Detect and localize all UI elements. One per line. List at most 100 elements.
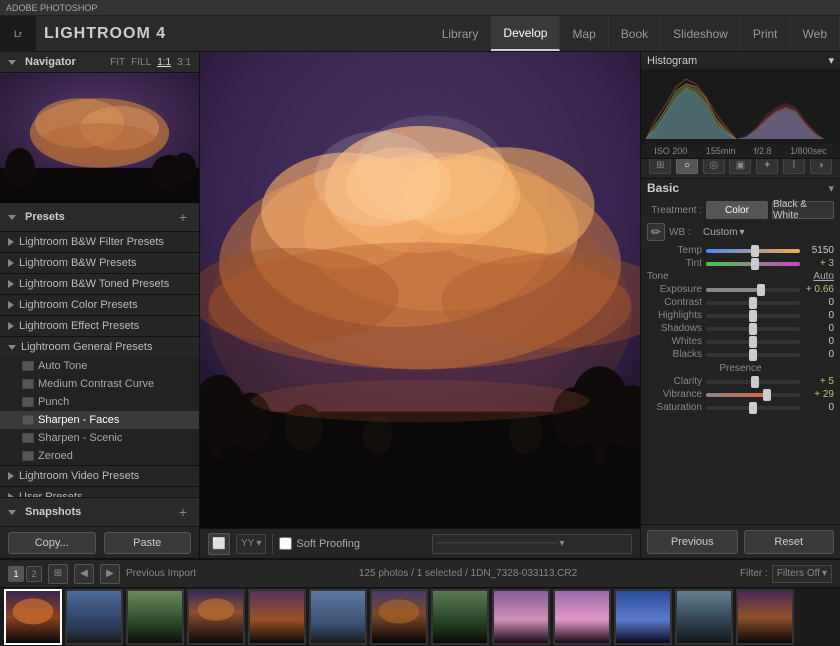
reset-btn[interactable]: Reset [744, 530, 835, 554]
preset-group-bw-toned-header[interactable]: Lightroom B&W Toned Presets [0, 274, 199, 294]
highlights-thumb[interactable] [749, 310, 757, 322]
film-thumb-11[interactable] [614, 589, 672, 645]
snapshots-add-btn[interactable]: + [175, 502, 191, 522]
nav-print[interactable]: Print [741, 16, 791, 51]
previous-btn[interactable]: Previous [647, 530, 738, 554]
clarity-slider[interactable] [706, 380, 800, 384]
blacks-thumb[interactable] [749, 349, 757, 361]
paste-btn[interactable]: Paste [104, 532, 192, 554]
blacks-value: 0 [804, 349, 834, 360]
film-thumb-8[interactable] [431, 589, 489, 645]
film-thumb-6[interactable] [309, 589, 367, 645]
snapshots-title: Snapshots [8, 506, 81, 518]
histogram-header[interactable]: Histogram ▾ [641, 52, 840, 69]
navigator-collapse-icon [8, 60, 16, 65]
filmstrip-grid-btn[interactable]: ⊞ [48, 564, 68, 584]
filmstrip-prev-btn[interactable]: ◀ [74, 564, 94, 584]
filmstrip-filter: Filter : Filters Off ▾ [740, 565, 832, 583]
film-thumb-1[interactable] [4, 589, 62, 645]
preset-sharpen-scenic[interactable]: Sharpen - Scenic [0, 429, 199, 447]
preset-group-bw-filter-header[interactable]: Lightroom B&W Filter Presets [0, 232, 199, 252]
ps-title-bar: ADOBE PHOTOSHOP [0, 0, 840, 16]
exposure-slider[interactable] [706, 288, 800, 292]
film-thumb-4[interactable] [187, 589, 245, 645]
contrast-label: Contrast [647, 297, 702, 308]
preset-group-effect-header[interactable]: Lightroom Effect Presets [0, 316, 199, 336]
preset-med-contrast[interactable]: Medium Contrast Curve [0, 375, 199, 393]
exif-bar: ISO 200 155min f/2.8 1/800sec [641, 144, 840, 159]
temp-slider[interactable] [706, 249, 800, 253]
blacks-slider[interactable] [706, 353, 800, 357]
nav-book[interactable]: Book [609, 16, 661, 51]
nav-slideshow[interactable]: Slideshow [661, 16, 741, 51]
photo-viewport [200, 52, 640, 528]
vibrance-slider[interactable] [706, 393, 800, 397]
tint-slider[interactable] [706, 262, 800, 266]
filter-dropdown[interactable]: Filters Off ▾ [772, 565, 832, 583]
film-thumb-9[interactable] [492, 589, 550, 645]
film-thumb-7[interactable] [370, 589, 428, 645]
preset-auto-tone[interactable]: Auto Tone [0, 357, 199, 375]
shadows-slider[interactable] [706, 327, 800, 331]
nav-fit-btn[interactable]: FIT [110, 57, 125, 68]
preset-group-video-header[interactable]: Lightroom Video Presets [0, 466, 199, 486]
copy-btn[interactable]: Copy... [8, 532, 96, 554]
tone-label: Tone [647, 271, 669, 282]
film-thumb-13[interactable] [736, 589, 794, 645]
filmstrip-next-btn[interactable]: ▶ [100, 564, 120, 584]
page-2-indicator[interactable]: 2 [26, 566, 42, 582]
snapshots-header[interactable]: Snapshots + [0, 497, 199, 526]
preset-punch[interactable]: Punch [0, 393, 199, 411]
page-1-indicator[interactable]: 1 [8, 566, 24, 582]
contrast-thumb[interactable] [749, 297, 757, 309]
film-thumb-5[interactable] [248, 589, 306, 645]
bw-treatment-btn[interactable]: Black & White [772, 201, 834, 219]
wb-dropdown[interactable]: Custom ▾ [703, 227, 744, 238]
nav-develop[interactable]: Develop [491, 16, 560, 51]
whites-thumb[interactable] [749, 336, 757, 348]
preset-group-color-header[interactable]: Lightroom Color Presets [0, 295, 199, 315]
nav-web[interactable]: Web [791, 16, 840, 51]
nav-1-1-btn[interactable]: 1:1 [157, 57, 171, 68]
nav-fill-btn[interactable]: FILL [131, 57, 151, 68]
filmstrip-info: 125 photos / 1 selected / 1DN_7328-03311… [202, 568, 734, 579]
presets-header[interactable]: Presets + [0, 203, 199, 232]
contrast-slider[interactable] [706, 301, 800, 305]
film-thumb-10[interactable] [553, 589, 611, 645]
exposure-thumb[interactable] [757, 284, 765, 296]
film-thumb-3[interactable] [126, 589, 184, 645]
highlights-slider[interactable] [706, 314, 800, 318]
preset-group-general-header[interactable]: Lightroom General Presets [0, 337, 199, 357]
film-thumb-12[interactable] [675, 589, 733, 645]
nav-library[interactable]: Library [430, 16, 492, 51]
presets-add-btn[interactable]: + [175, 207, 191, 227]
film-thumb-2[interactable] [65, 589, 123, 645]
tint-slider-thumb[interactable] [751, 258, 759, 270]
preset-group-user-header[interactable]: User Presets [0, 487, 199, 497]
whites-slider[interactable] [706, 340, 800, 344]
saturation-thumb[interactable] [749, 402, 757, 414]
eyedropper-btn[interactable]: ✏ [647, 223, 665, 241]
auto-btn[interactable]: Auto [813, 271, 834, 282]
mode-dropdown[interactable]: YY ▾ [236, 534, 266, 554]
highlights-value: 0 [804, 310, 834, 321]
soft-proofing-checkbox[interactable] [279, 537, 292, 550]
shadows-thumb[interactable] [749, 323, 757, 335]
tint-slider-row: Tint + 3 [647, 258, 834, 269]
saturation-slider[interactable] [706, 406, 800, 410]
vibrance-thumb[interactable] [763, 389, 771, 401]
clarity-thumb[interactable] [751, 376, 759, 388]
nav-3-1-btn[interactable]: 3:1 [177, 57, 191, 68]
preset-sharpen-faces[interactable]: Sharpen - Faces [0, 411, 199, 429]
main-layout: Navigator FIT FILL 1:1 3:1 [0, 52, 840, 558]
filter-label: Filter : [740, 568, 768, 579]
preset-zeroed[interactable]: Zeroed [0, 447, 199, 465]
view-options-dropdown[interactable]: ───────────────── ▾ [432, 534, 632, 554]
color-treatment-btn[interactable]: Color [706, 201, 768, 219]
navigator-header[interactable]: Navigator FIT FILL 1:1 3:1 [0, 52, 199, 73]
view-normal-btn[interactable]: ⬜ [208, 533, 230, 555]
temp-slider-thumb[interactable] [751, 245, 759, 257]
preset-group-general: Lightroom General Presets Auto Tone Medi… [0, 337, 199, 466]
preset-group-bw-header[interactable]: Lightroom B&W Presets [0, 253, 199, 273]
nav-map[interactable]: Map [560, 16, 608, 51]
